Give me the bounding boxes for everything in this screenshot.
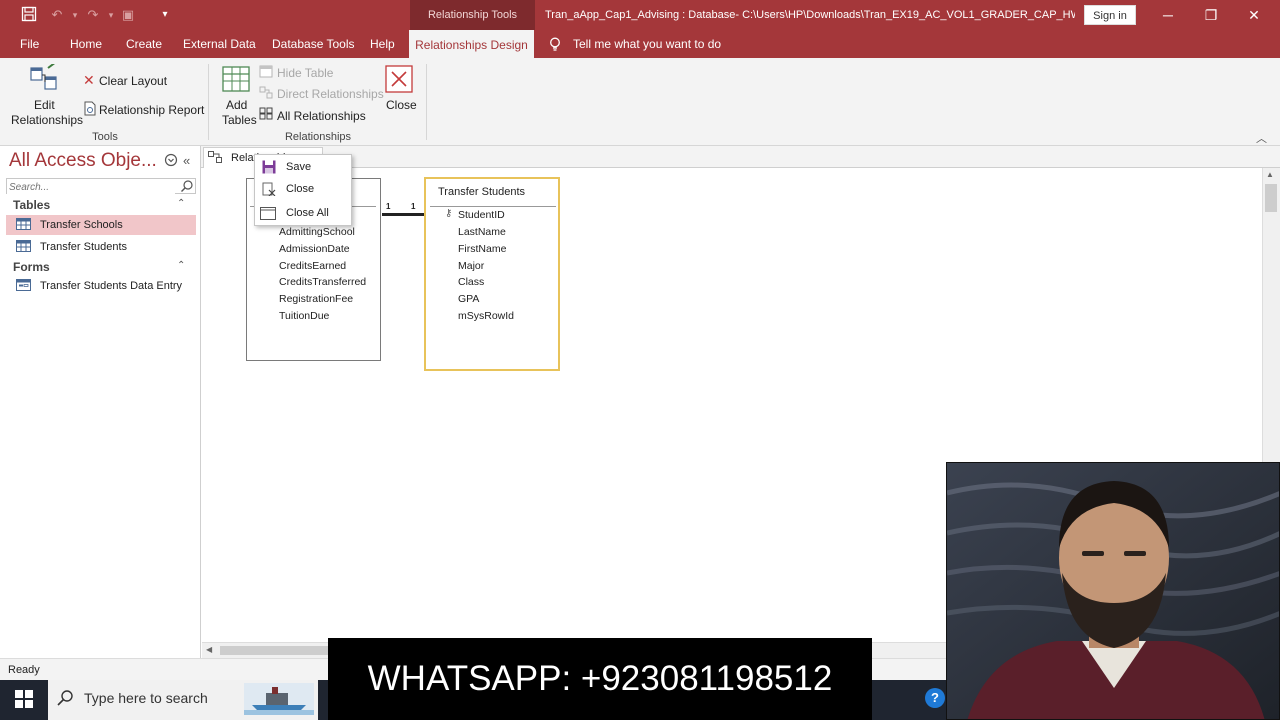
- ribbon: [0, 58, 1280, 146]
- add-tables-label-1[interactable]: Add: [226, 98, 247, 112]
- webcam-video-overlay: [946, 462, 1280, 720]
- direct-relationships-button[interactable]: Direct Relationships: [277, 87, 384, 101]
- field-tuition-due[interactable]: TuitionDue: [279, 308, 329, 325]
- vertical-scroll-thumb[interactable]: [1265, 184, 1277, 212]
- tables-group-header[interactable]: Tables: [13, 198, 50, 212]
- taskbar-search-text[interactable]: Type here to search: [84, 680, 208, 720]
- horizontal-scroll-thumb[interactable]: [220, 646, 330, 655]
- all-relationships-icon: [259, 107, 273, 123]
- nav-menu-dropdown-icon[interactable]: [164, 153, 178, 170]
- field-msysrowid[interactable]: mSysRowId: [458, 308, 514, 325]
- help-icon[interactable]: ?: [925, 688, 945, 708]
- window-title: Tran_aApp_Cap1_Advising : Database- C:\U…: [545, 9, 1075, 21]
- nav-item-transfer-students[interactable]: Transfer Students: [40, 237, 127, 257]
- lightbulb-icon: [549, 37, 561, 55]
- tab-file[interactable]: File: [16, 30, 43, 58]
- field-student-id[interactable]: StudentID: [458, 207, 505, 224]
- field-registration-fee[interactable]: RegistrationFee: [279, 291, 353, 308]
- document-tab-strip: [201, 146, 1280, 168]
- table-icon: [16, 240, 31, 255]
- search-highlight-image: [244, 683, 314, 718]
- menu-item-close-all[interactable]: Close All: [255, 202, 351, 224]
- sign-in-button[interactable]: Sign in: [1084, 5, 1136, 25]
- relationship-report-button[interactable]: Relationship Report: [99, 103, 204, 117]
- contextual-group-label: Relationship Tools: [410, 0, 535, 30]
- nav-item-transfer-students-data-entry[interactable]: Transfer Students Data Entry: [40, 276, 182, 296]
- menu-item-save[interactable]: Save: [255, 156, 351, 178]
- field-major[interactable]: Major: [458, 258, 484, 275]
- collapse-forms-icon[interactable]: ⌃: [177, 260, 185, 271]
- field-credits-earned[interactable]: CreditsEarned: [279, 258, 346, 275]
- relationships-tab-icon: [208, 151, 222, 166]
- field-admitting-school[interactable]: AdmittingSchool: [279, 224, 355, 241]
- edit-relationships-icon[interactable]: [28, 61, 60, 97]
- primary-key-icon: ⚷: [445, 208, 453, 219]
- collapse-tables-icon[interactable]: ⌃: [177, 198, 185, 209]
- relationship-join-line[interactable]: [382, 213, 424, 216]
- all-relationships-button[interactable]: All Relationships: [277, 109, 366, 123]
- field-credits-transferred[interactable]: CreditsTransferred: [279, 274, 366, 291]
- tab-database-tools[interactable]: Database Tools: [268, 30, 359, 58]
- form-icon: [16, 279, 31, 294]
- field-first-name[interactable]: FirstName: [458, 241, 506, 258]
- close-relationships-icon[interactable]: [385, 65, 413, 96]
- scroll-left-icon[interactable]: ◀: [206, 645, 212, 654]
- tab-relationships-design[interactable]: Relationships Design: [409, 30, 534, 59]
- tab-create[interactable]: Create: [122, 30, 166, 58]
- tools-group-label: Tools: [92, 131, 118, 143]
- redo-icon[interactable]: ↷: [84, 6, 102, 24]
- add-tables-label-2[interactable]: Tables: [222, 113, 257, 127]
- table-box-title[interactable]: Transfer Students: [438, 186, 525, 198]
- tell-me-search[interactable]: Tell me what you want to do: [573, 30, 721, 58]
- join-cardinality-right: 1: [411, 202, 416, 211]
- hide-table-button[interactable]: Hide Table: [277, 66, 333, 80]
- format-painter-icon[interactable]: ▣: [119, 6, 137, 24]
- ribbon-separator: [426, 64, 427, 140]
- minimize-button[interactable]: ─: [1146, 0, 1190, 30]
- redo-dropdown-icon[interactable]: ▾: [102, 6, 120, 24]
- windows-start-icon[interactable]: [15, 690, 33, 711]
- customize-qat-icon[interactable]: ▾: [156, 6, 174, 24]
- menu-item-close[interactable]: Close: [255, 178, 351, 200]
- edit-relationships-label-1[interactable]: Edit: [34, 98, 55, 112]
- save-icon[interactable]: [20, 6, 38, 24]
- search-icon[interactable]: [180, 179, 194, 196]
- scroll-up-icon[interactable]: ▲: [1266, 170, 1274, 179]
- edit-relationships-label-2[interactable]: Relationships: [11, 113, 83, 127]
- join-cardinality-left: 1: [386, 202, 391, 211]
- relationship-report-icon[interactable]: [83, 101, 97, 119]
- context-menu: Save Close Close All: [254, 154, 352, 226]
- field-gpa[interactable]: GPA: [458, 291, 479, 308]
- nav-item-transfer-schools[interactable]: Transfer Schools: [40, 215, 123, 235]
- whatsapp-banner: WHATSAPP: +923081198512: [328, 638, 872, 720]
- restore-button[interactable]: ❐: [1189, 0, 1233, 30]
- nav-search-input[interactable]: [7, 180, 175, 195]
- shutter-bar-close-icon[interactable]: «: [183, 153, 190, 168]
- add-tables-icon[interactable]: [221, 64, 251, 97]
- tab-external-data[interactable]: External Data: [179, 30, 260, 58]
- tab-help[interactable]: Help: [366, 30, 399, 58]
- field-last-name[interactable]: LastName: [458, 224, 506, 241]
- status-text: Ready: [8, 664, 40, 676]
- tab-home[interactable]: Home: [66, 30, 106, 58]
- undo-dropdown-icon[interactable]: ▾: [66, 6, 84, 24]
- direct-relationships-icon: [259, 86, 273, 102]
- undo-icon[interactable]: ↶: [48, 6, 66, 24]
- field-admission-date[interactable]: AdmissionDate: [279, 241, 350, 258]
- relationships-group-label: Relationships: [284, 131, 352, 143]
- close-relationships-button[interactable]: Close: [386, 98, 417, 112]
- collapse-ribbon-icon[interactable]: ︿: [1256, 130, 1267, 146]
- close-window-button[interactable]: ✕: [1232, 0, 1276, 30]
- field-class[interactable]: Class: [458, 274, 484, 291]
- nav-pane-title[interactable]: All Access Obje...: [9, 150, 157, 172]
- clear-layout-icon[interactable]: ✕: [83, 72, 95, 89]
- ribbon-separator: [208, 64, 209, 140]
- hide-table-icon: [259, 65, 273, 81]
- nav-search-box: [6, 178, 196, 195]
- clear-layout-button[interactable]: Clear Layout: [99, 74, 167, 88]
- taskbar-search-icon: [56, 689, 74, 710]
- forms-group-header[interactable]: Forms: [13, 260, 50, 274]
- table-icon: [16, 218, 31, 233]
